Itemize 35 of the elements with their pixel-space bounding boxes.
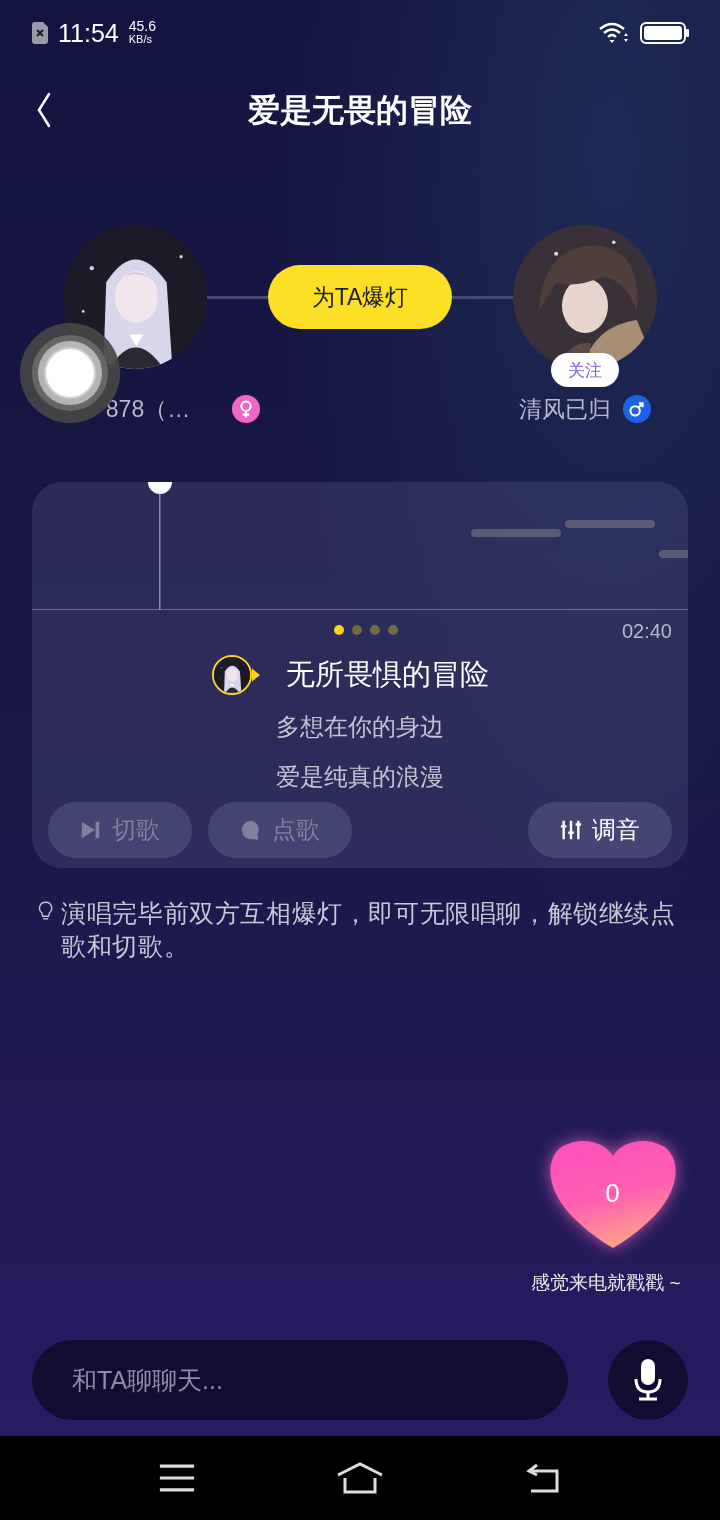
lyric-line: 爱是纯真的浪漫 xyxy=(276,762,444,792)
sliders-icon xyxy=(560,819,582,841)
clock-time: 11:54 xyxy=(58,18,119,48)
song-title: 无所畏惧的冒险 xyxy=(285,657,489,692)
chat-input-field[interactable]: 和TA聊聊天... xyxy=(32,1340,568,1420)
page-title: 爱是无畏的冒险 xyxy=(248,91,472,130)
network-speed: 45.6 xyxy=(128,20,156,33)
page-dot[interactable] xyxy=(388,625,398,635)
wifi-icon xyxy=(598,22,630,44)
heart-button[interactable]: 0 xyxy=(547,1138,678,1248)
song-time: 02:40 xyxy=(621,620,672,643)
user-name: 清风已归 xyxy=(519,394,611,424)
back-icon[interactable] xyxy=(36,92,52,128)
page-dot[interactable] xyxy=(352,625,362,635)
menu-icon[interactable] xyxy=(157,1463,197,1493)
female-icon xyxy=(232,395,261,423)
battery-icon xyxy=(640,22,690,44)
user-name: 878（… xyxy=(105,394,191,424)
home-icon[interactable] xyxy=(335,1462,385,1494)
male-icon xyxy=(623,395,651,423)
page-dot[interactable] xyxy=(370,625,380,635)
speed-unit: KB/s xyxy=(128,33,153,46)
triangle-icon xyxy=(251,668,260,682)
action-button[interactable]: 调音 xyxy=(528,802,672,858)
skip-icon xyxy=(80,819,102,841)
lyric-line: 多想在你的身边 xyxy=(276,712,444,742)
tip-text: 演唱完毕前双方互相爆灯，即可无限唱聊，解锁继续点歌和切歌。 xyxy=(61,898,677,962)
page-dot[interactable] xyxy=(334,625,344,635)
speech-bubble-icon xyxy=(240,819,262,841)
follow-button[interactable]: 关注 xyxy=(551,353,619,387)
heart-hint: 感觉来电就戳戳 ~ xyxy=(531,1271,681,1295)
microphone-icon xyxy=(633,1358,663,1402)
heart-icon xyxy=(547,1138,678,1248)
sim-card-icon xyxy=(32,22,48,44)
boost-button[interactable]: 为TA爆灯 xyxy=(268,265,452,329)
